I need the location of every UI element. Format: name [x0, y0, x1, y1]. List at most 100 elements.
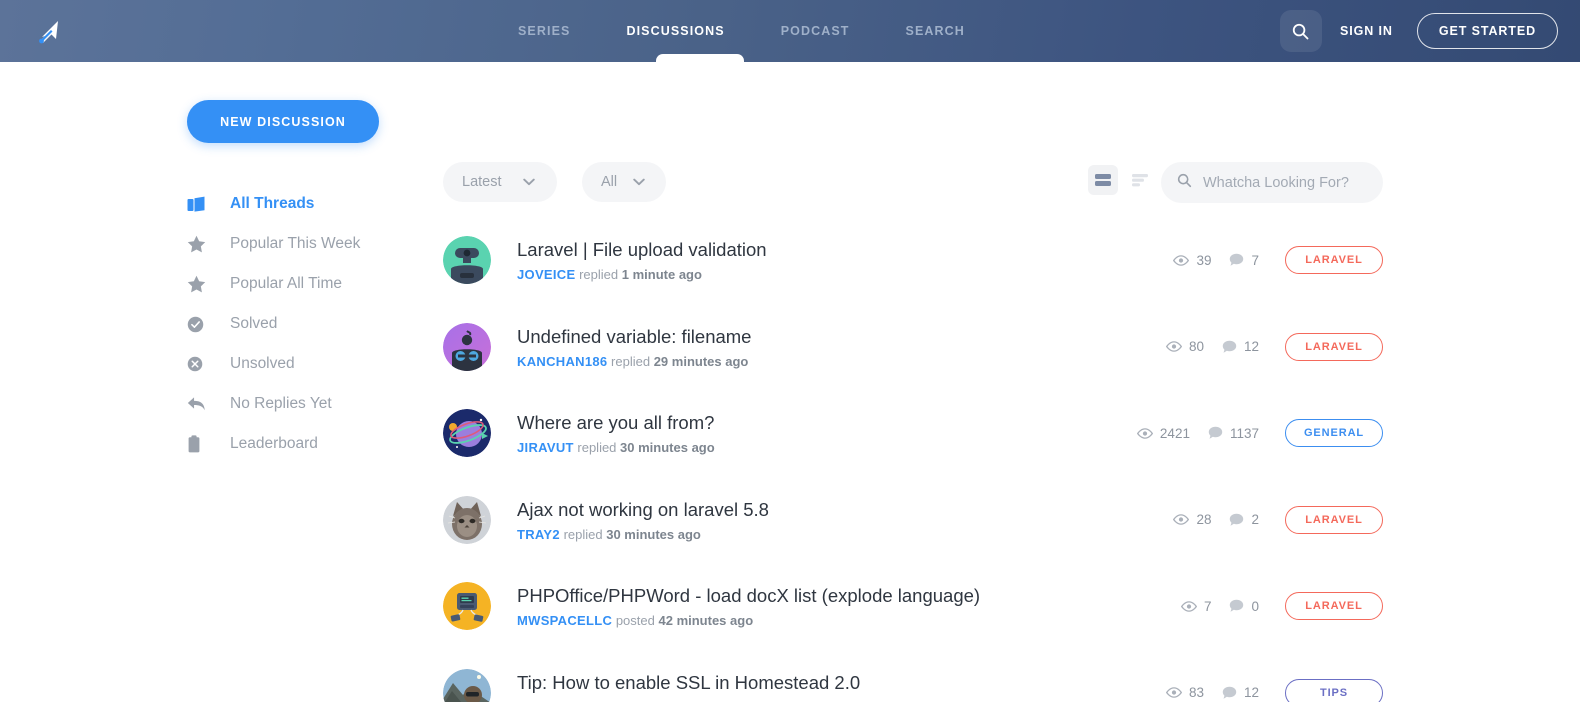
thread-toolbar: Latest All	[443, 162, 1383, 204]
table-row[interactable]: Undefined variable: filename KANCHAN186 …	[443, 304, 1383, 391]
table-row[interactable]: Where are you all from? JIRAVUT replied …	[443, 390, 1383, 477]
replies-stat: 7	[1229, 253, 1259, 268]
sidebar-item-all-threads[interactable]: All Threads	[187, 184, 422, 224]
star-icon	[187, 275, 213, 293]
avatar	[443, 582, 491, 631]
sidebar-item-popular-this-week[interactable]: Popular This Week	[187, 224, 422, 264]
chevron-down-icon	[633, 178, 645, 186]
search-icon	[1293, 23, 1309, 39]
thread-content: Tip: How to enable SSL in Homestead 2.0 …	[517, 671, 1166, 702]
thread-meta: TRAY2 replied 30 minutes ago	[517, 527, 1173, 542]
sidebar-nav: All Threads Popular This Week Popular Al…	[187, 184, 422, 464]
eye-icon	[1173, 514, 1190, 526]
sidebar-item-popular-all-time[interactable]: Popular All Time	[187, 264, 422, 304]
status-badge[interactable]: LARAVEL	[1285, 246, 1383, 275]
laracasts-arrow-logo[interactable]	[32, 13, 70, 51]
sidebar-item-label: No Replies Yet	[230, 395, 332, 412]
sidebar-item-solved[interactable]: Solved	[187, 304, 422, 344]
thread-list: Laravel | File upload validation JOVEICE…	[443, 217, 1383, 702]
list-view-toggle[interactable]	[1125, 165, 1155, 195]
sidebar-item-no-replies-yet[interactable]: No Replies Yet	[187, 384, 422, 424]
status-badge[interactable]: TIPS	[1285, 678, 1383, 702]
thread-author[interactable]: KANCHAN186	[517, 354, 607, 369]
thread-author[interactable]: JOVEICE	[517, 267, 575, 282]
thread-title[interactable]: Laravel | File upload validation	[517, 238, 1173, 261]
thread-meta: KANCHAN186 replied 29 minutes ago	[517, 354, 1166, 369]
status-badge[interactable]: LARAVEL	[1285, 332, 1383, 361]
thread-time: 30 minutes ago	[606, 526, 701, 542]
thread-time: 1 minute ago	[621, 267, 702, 283]
eye-icon	[1180, 600, 1197, 612]
get-started-button[interactable]: GET STARTED	[1416, 13, 1558, 49]
views-count: 7	[1203, 598, 1212, 614]
status-badge[interactable]: GENERAL	[1285, 419, 1383, 448]
thread-title[interactable]: Tip: How to enable SSL in Homestead 2.0	[517, 671, 1166, 694]
thread-title[interactable]: Ajax not working on laravel 5.8	[517, 498, 1173, 521]
sidebar-item-unsolved[interactable]: Unsolved	[187, 344, 422, 384]
table-row[interactable]: PHPOffice/PHPWord - load docX list (expl…	[443, 563, 1383, 650]
type-filter-value: All	[601, 174, 618, 190]
clipboard-icon	[187, 435, 213, 453]
thread-author[interactable]: TRAY2	[517, 527, 560, 542]
sign-in-link[interactable]: SIGN IN	[1340, 24, 1393, 38]
table-row[interactable]: Tip: How to enable SSL in Homestead 2.0 …	[443, 650, 1383, 702]
nav-item-podcast[interactable]: PODCAST	[753, 0, 878, 62]
sort-filter-dropdown[interactable]: Latest	[443, 162, 557, 202]
views-count: 83	[1188, 685, 1204, 701]
status-badge[interactable]: LARAVEL	[1285, 592, 1383, 621]
thread-search-box[interactable]	[1161, 162, 1383, 203]
thread-title[interactable]: Undefined variable: filename	[517, 325, 1166, 348]
page-body: NEW DISCUSSION All Threads Popular This …	[0, 62, 1580, 702]
eye-icon	[1173, 254, 1190, 266]
nav-item-discussions[interactable]: DISCUSSIONS	[598, 0, 752, 62]
replies-count: 0	[1251, 598, 1259, 614]
avatar	[443, 668, 491, 702]
card-view-toggle[interactable]	[1088, 165, 1118, 195]
replies-stat: 12	[1222, 685, 1259, 700]
thread-meta: JOVEICE replied 1 minute ago	[517, 267, 1173, 282]
views-stat: 7	[1180, 598, 1212, 614]
thread-content: Ajax not working on laravel 5.8 TRAY2 re…	[517, 498, 1173, 542]
top-header: SERIES DISCUSSIONS PODCAST SEARCH SIGN I…	[0, 0, 1580, 70]
sidebar-item-label: Leaderboard	[230, 435, 318, 452]
avatar	[443, 495, 491, 544]
thread-content: PHPOffice/PHPWord - load docX list (expl…	[517, 584, 1181, 628]
thread-stats: 39 7 LARAVEL	[1173, 246, 1383, 275]
sidebar-item-label: All Threads	[230, 195, 315, 212]
table-row[interactable]: Laravel | File upload validation JOVEICE…	[443, 217, 1383, 304]
views-stat: 39	[1173, 253, 1211, 268]
thread-author[interactable]: MWSPACELLC	[517, 613, 612, 628]
sidebar: NEW DISCUSSION All Threads Popular This …	[187, 100, 422, 464]
header-search-button[interactable]	[1279, 10, 1322, 52]
main-nav: SERIES DISCUSSIONS PODCAST SEARCH	[490, 0, 993, 62]
thread-stats: 28 2 LARAVEL	[1173, 505, 1383, 534]
thread-stats: 2421 1137 GENERAL	[1136, 419, 1383, 448]
threads-icon	[187, 196, 213, 213]
thread-verb: replied	[611, 353, 651, 369]
thread-time: 29 minutes ago	[653, 353, 749, 369]
thread-meta: JIRAVUT replied 30 minutes ago	[517, 440, 1137, 455]
check-circle-icon	[187, 316, 213, 333]
views-stat: 83	[1165, 685, 1204, 701]
replies-count: 12	[1243, 339, 1259, 355]
eye-icon	[1165, 341, 1182, 353]
thread-content: Laravel | File upload validation JOVEICE…	[517, 238, 1173, 282]
thread-title[interactable]: PHPOffice/PHPWord - load docX list (expl…	[517, 584, 1181, 607]
type-filter-dropdown[interactable]: All	[582, 162, 666, 202]
sidebar-item-leaderboard[interactable]: Leaderboard	[187, 424, 422, 464]
nav-item-series[interactable]: SERIES	[490, 0, 598, 62]
replies-stat: 0	[1229, 599, 1259, 614]
status-badge[interactable]: LARAVEL	[1285, 505, 1383, 534]
replies-count: 2	[1251, 512, 1259, 528]
nav-item-search[interactable]: SEARCH	[878, 0, 993, 62]
search-input[interactable]	[1203, 174, 1373, 191]
table-row[interactable]: Ajax not working on laravel 5.8 TRAY2 re…	[443, 477, 1383, 564]
views-stat: 28	[1173, 512, 1211, 527]
star-icon	[187, 235, 213, 253]
comment-icon	[1222, 340, 1237, 353]
thread-author[interactable]: JIRAVUT	[517, 440, 574, 455]
new-discussion-button[interactable]: NEW DISCUSSION	[187, 100, 379, 143]
views-count: 39	[1196, 252, 1212, 268]
thread-stats: 83 12 TIPS	[1165, 678, 1383, 702]
thread-title[interactable]: Where are you all from?	[517, 411, 1137, 434]
